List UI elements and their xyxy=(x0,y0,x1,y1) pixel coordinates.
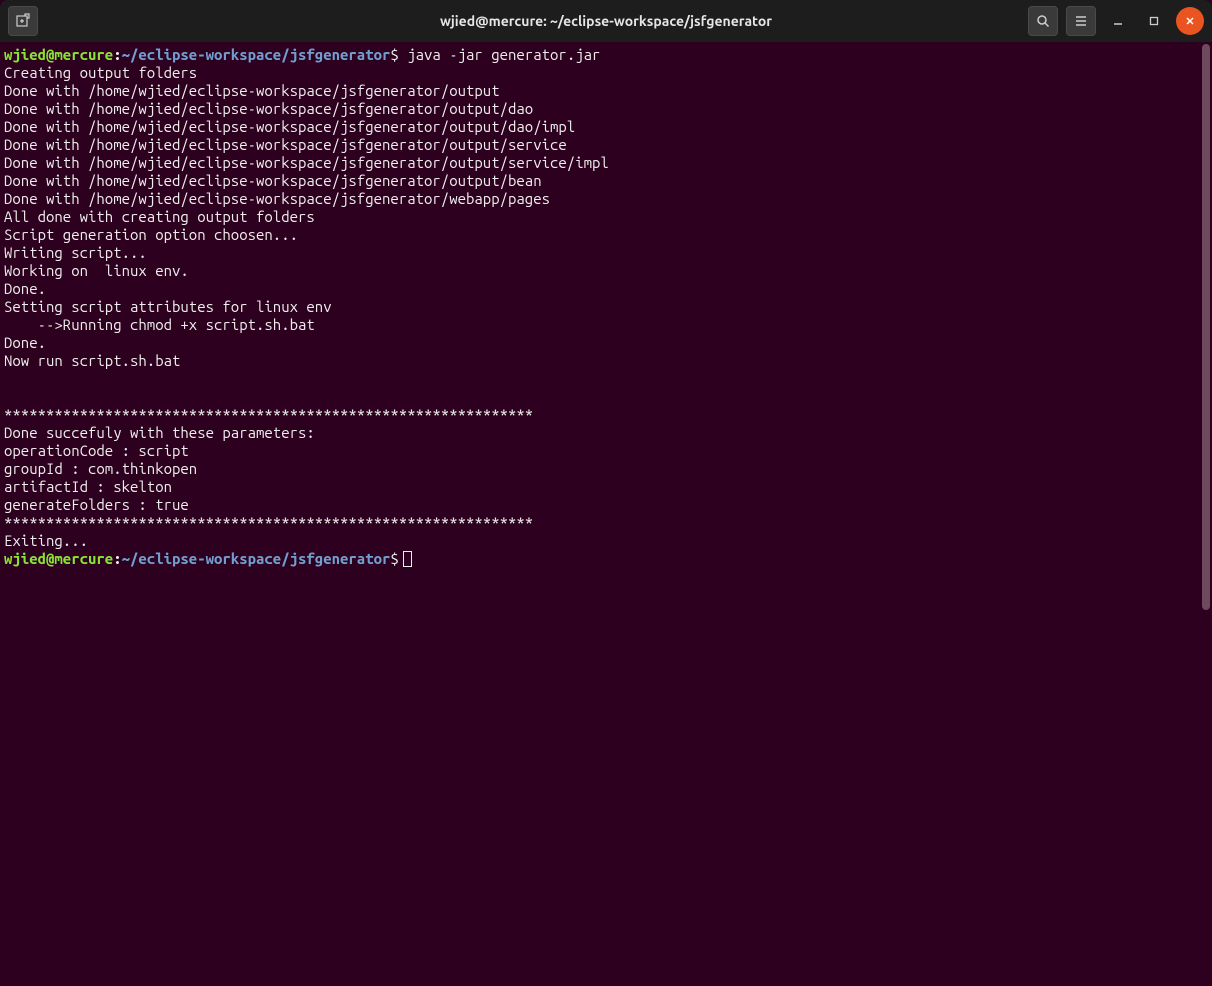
terminal-line: Done with /home/wjied/eclipse-workspace/… xyxy=(4,136,1198,154)
command-text: java -jar generator.jar xyxy=(399,46,601,63)
terminal-line: Script generation option choosen... xyxy=(4,226,1198,244)
terminal-line: All done with creating output folders xyxy=(4,208,1198,226)
terminal-body[interactable]: wjied@mercure:~/eclipse-workspace/jsfgen… xyxy=(0,42,1212,986)
hamburger-icon xyxy=(1073,13,1089,29)
prompt-separator: : xyxy=(113,550,121,567)
terminal-output[interactable]: wjied@mercure:~/eclipse-workspace/jsfgen… xyxy=(0,42,1200,986)
terminal-line: Done with /home/wjied/eclipse-workspace/… xyxy=(4,172,1198,190)
terminal-line: groupId : com.thinkopen xyxy=(4,460,1198,478)
titlebar: wjied@mercure: ~/eclipse-workspace/jsfge… xyxy=(0,0,1212,42)
terminal-line: Creating output folders xyxy=(4,64,1198,82)
prompt-path: ~/eclipse-workspace/jsfgenerator xyxy=(122,46,391,63)
terminal-line: Done. xyxy=(4,280,1198,298)
terminal-line: Now run script.sh.bat xyxy=(4,352,1198,370)
close-icon xyxy=(1184,15,1196,27)
window-title: wjied@mercure: ~/eclipse-workspace/jsfge… xyxy=(440,13,772,29)
terminal-line: Done with /home/wjied/eclipse-workspace/… xyxy=(4,100,1198,118)
terminal-line: generateFolders : true xyxy=(4,496,1198,514)
terminal-line: Done with /home/wjied/eclipse-workspace/… xyxy=(4,118,1198,136)
maximize-button[interactable] xyxy=(1140,7,1168,35)
close-button[interactable] xyxy=(1176,7,1204,35)
terminal-line: Done with /home/wjied/eclipse-workspace/… xyxy=(4,82,1198,100)
prompt-user-host: wjied@mercure xyxy=(4,46,113,63)
terminal-line: Exiting... xyxy=(4,532,1198,550)
terminal-line: ****************************************… xyxy=(4,514,1198,532)
menu-button[interactable] xyxy=(1066,6,1096,36)
terminal-line: -->Running chmod +x script.sh.bat xyxy=(4,316,1198,334)
terminal-line: operationCode : script xyxy=(4,442,1198,460)
prompt-symbol: $ xyxy=(390,550,398,567)
new-tab-button[interactable] xyxy=(8,6,38,36)
search-button[interactable] xyxy=(1028,6,1058,36)
new-tab-icon xyxy=(15,13,31,29)
terminal-line: Done succefuly with these parameters: xyxy=(4,424,1198,442)
minimize-icon xyxy=(1112,15,1124,27)
terminal-line: Setting script attributes for linux env xyxy=(4,298,1198,316)
terminal-window: wjied@mercure: ~/eclipse-workspace/jsfge… xyxy=(0,0,1212,986)
terminal-line: Done. xyxy=(4,334,1198,352)
terminal-line xyxy=(4,370,1198,388)
terminal-line: ****************************************… xyxy=(4,406,1198,424)
prompt-user-host: wjied@mercure xyxy=(4,550,113,567)
terminal-line: Writing script... xyxy=(4,244,1198,262)
terminal-line: Done with /home/wjied/eclipse-workspace/… xyxy=(4,154,1198,172)
terminal-line: artifactId : skelton xyxy=(4,478,1198,496)
search-icon xyxy=(1035,13,1051,29)
scrollbar[interactable] xyxy=(1200,42,1212,986)
prompt-symbol: $ xyxy=(390,46,398,63)
prompt-separator: : xyxy=(113,46,121,63)
terminal-line: wjied@mercure:~/eclipse-workspace/jsfgen… xyxy=(4,550,1198,568)
scrollbar-thumb[interactable] xyxy=(1202,44,1210,610)
cursor xyxy=(403,551,412,567)
maximize-icon xyxy=(1148,15,1160,27)
terminal-line xyxy=(4,388,1198,406)
prompt-path: ~/eclipse-workspace/jsfgenerator xyxy=(122,550,391,567)
terminal-line: wjied@mercure:~/eclipse-workspace/jsfgen… xyxy=(4,46,1198,64)
terminal-line: Done with /home/wjied/eclipse-workspace/… xyxy=(4,190,1198,208)
terminal-line: Working on linux env. xyxy=(4,262,1198,280)
minimize-button[interactable] xyxy=(1104,7,1132,35)
